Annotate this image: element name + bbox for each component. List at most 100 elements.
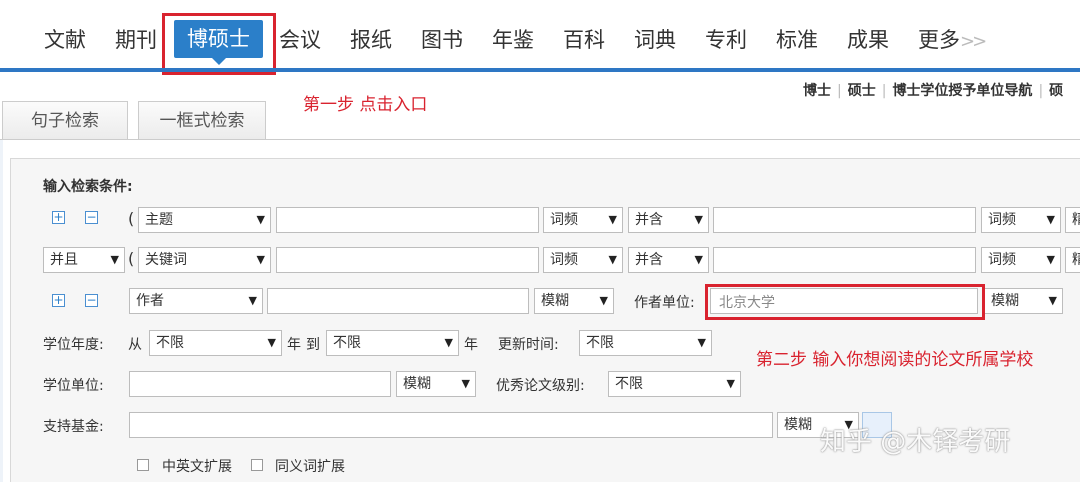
- excellent-level-label: 优秀论文级别:: [496, 378, 585, 394]
- exact-select-1-value: 精: [1072, 212, 1080, 228]
- dropdown-arrow-icon: ▼: [694, 213, 703, 226]
- divider: |: [837, 83, 842, 99]
- dropdown-arrow-icon: ▼: [694, 253, 703, 266]
- nav-qikan[interactable]: 期刊: [115, 24, 157, 54]
- degree-unit-label: 学位单位:: [43, 378, 104, 394]
- add-author-row-icon[interactable]: +: [52, 294, 65, 307]
- logic-select-1[interactable]: 并含 ▼: [628, 207, 709, 233]
- year-suffix-2: 年: [464, 337, 478, 353]
- tab-divider: [0, 139, 1080, 140]
- nav-cidian[interactable]: 词典: [634, 24, 676, 54]
- freq-select-2b-value: 词频: [988, 252, 1016, 268]
- degree-year-label: 学位年度:: [43, 337, 104, 353]
- remove-row-icon[interactable]: −: [85, 211, 98, 224]
- author-unit-label: 作者单位:: [634, 295, 695, 311]
- dropdown-arrow-icon: ▼: [110, 253, 119, 266]
- keyword-input-1[interactable]: [276, 207, 539, 233]
- exact-select-2-value: 精: [1072, 252, 1080, 268]
- author-unit-match-select[interactable]: 模糊 ▼: [984, 288, 1063, 314]
- author-field-select[interactable]: 作者 ▼: [129, 288, 263, 314]
- nav-zhuanli[interactable]: 专利: [705, 24, 747, 54]
- dropdown-arrow-icon: ▼: [444, 336, 453, 349]
- degree-unit-match-select[interactable]: 模糊 ▼: [396, 371, 476, 397]
- cn-en-expand-checkbox[interactable]: [137, 459, 149, 471]
- freq-select-1[interactable]: 词频 ▼: [543, 207, 623, 233]
- synonym-expand-label: 同义词扩展: [275, 459, 345, 475]
- add-row-icon[interactable]: +: [52, 211, 65, 224]
- author-unit-match-value: 模糊: [991, 293, 1019, 309]
- link-boshi[interactable]: 博士: [803, 83, 831, 99]
- year-from-select[interactable]: 不限 ▼: [149, 330, 282, 356]
- fund-label: 支持基金:: [43, 419, 104, 435]
- keyword-input-2[interactable]: [276, 247, 539, 273]
- link-truncated[interactable]: 硕: [1049, 83, 1063, 99]
- author-match-value: 模糊: [541, 293, 569, 309]
- dropdown-arrow-icon: ▼: [1046, 213, 1055, 226]
- keyword-input-2b[interactable]: [713, 247, 976, 273]
- field-select-1[interactable]: 主题 ▼: [138, 207, 271, 233]
- nav-more[interactable]: 更多>>: [918, 24, 987, 54]
- divider: |: [1038, 83, 1044, 99]
- link-unit-nav[interactable]: 博士学位授予单位导航: [892, 83, 1032, 99]
- freq-select-1b-value: 词频: [988, 212, 1016, 228]
- to-label: 到: [306, 337, 320, 353]
- step2-annotation: 第二步 输入你想阅读的论文所属学校: [756, 350, 1034, 370]
- logic-select-2-value: 并含: [635, 252, 663, 268]
- nav-baozhi[interactable]: 报纸: [350, 24, 392, 54]
- dropdown-arrow-icon: ▼: [697, 336, 706, 349]
- left-edge: [0, 140, 3, 482]
- dropdown-arrow-icon: ▼: [267, 336, 276, 349]
- cn-en-expand-label: 中英文扩展: [162, 459, 232, 475]
- author-match-select[interactable]: 模糊 ▼: [534, 288, 614, 314]
- step2-highlight-box: [705, 284, 985, 320]
- year-to-value: 不限: [333, 335, 361, 351]
- nav-more-label: 更多: [918, 28, 960, 52]
- tab-single-box-search[interactable]: 一框式检索: [138, 101, 266, 139]
- nav-tushu[interactable]: 图书: [421, 24, 463, 54]
- open-paren: (: [128, 209, 135, 228]
- dropdown-arrow-icon: ▼: [608, 213, 617, 226]
- tab-sentence-search[interactable]: 句子检索: [2, 101, 128, 139]
- nav-huiyi[interactable]: 会议: [279, 24, 321, 54]
- nav-wenxian[interactable]: 文献: [44, 24, 86, 54]
- update-time-label: 更新时间:: [498, 337, 559, 353]
- exact-select-2[interactable]: 精: [1065, 247, 1080, 273]
- nav-biaozhun[interactable]: 标准: [776, 24, 818, 54]
- exact-select-1[interactable]: 精: [1065, 207, 1080, 233]
- degree-unit-match-value: 模糊: [403, 376, 431, 392]
- nav-baike[interactable]: 百科: [563, 24, 605, 54]
- logic-select-2[interactable]: 并含 ▼: [628, 247, 709, 273]
- step1-highlight-box: [162, 13, 276, 75]
- fund-match-value: 模糊: [784, 417, 812, 433]
- keyword-input-1b[interactable]: [713, 207, 976, 233]
- bool-op-select[interactable]: 并且 ▼: [43, 247, 125, 273]
- update-time-select[interactable]: 不限 ▼: [579, 330, 712, 356]
- degree-unit-input[interactable]: [129, 371, 391, 397]
- logic-select-1-value: 并含: [635, 212, 663, 228]
- nav-nianjian[interactable]: 年鉴: [492, 24, 534, 54]
- dropdown-arrow-icon: ▼: [256, 253, 265, 266]
- freq-select-2[interactable]: 词频 ▼: [543, 247, 623, 273]
- year-to-select[interactable]: 不限 ▼: [326, 330, 459, 356]
- author-input[interactable]: [267, 288, 529, 314]
- remove-author-row-icon[interactable]: −: [85, 294, 98, 307]
- dropdown-arrow-icon: ▼: [726, 377, 735, 390]
- field-select-2[interactable]: 关键词 ▼: [138, 247, 271, 273]
- synonym-expand-checkbox[interactable]: [251, 459, 263, 471]
- excellent-level-select[interactable]: 不限 ▼: [608, 371, 741, 397]
- dropdown-arrow-icon: ▼: [1046, 253, 1055, 266]
- update-time-value: 不限: [586, 335, 614, 351]
- dropdown-arrow-icon: ▼: [608, 253, 617, 266]
- double-chevron-right-icon: >>: [960, 31, 987, 52]
- step1-annotation: 第一步 点击入口: [303, 95, 428, 115]
- bool-op-value: 并且: [50, 252, 78, 268]
- zhihu-watermark: 知乎 @木铎考研: [820, 427, 1011, 457]
- freq-select-2b[interactable]: 词频 ▼: [981, 247, 1061, 273]
- dropdown-arrow-icon: ▼: [1048, 294, 1057, 307]
- year-from-value: 不限: [156, 335, 184, 351]
- freq-select-1b[interactable]: 词频 ▼: [981, 207, 1061, 233]
- link-shuoshi[interactable]: 硕士: [848, 83, 876, 99]
- fund-input[interactable]: [129, 412, 773, 438]
- nav-chengguo[interactable]: 成果: [847, 24, 889, 54]
- freq-select-2-value: 词频: [550, 252, 578, 268]
